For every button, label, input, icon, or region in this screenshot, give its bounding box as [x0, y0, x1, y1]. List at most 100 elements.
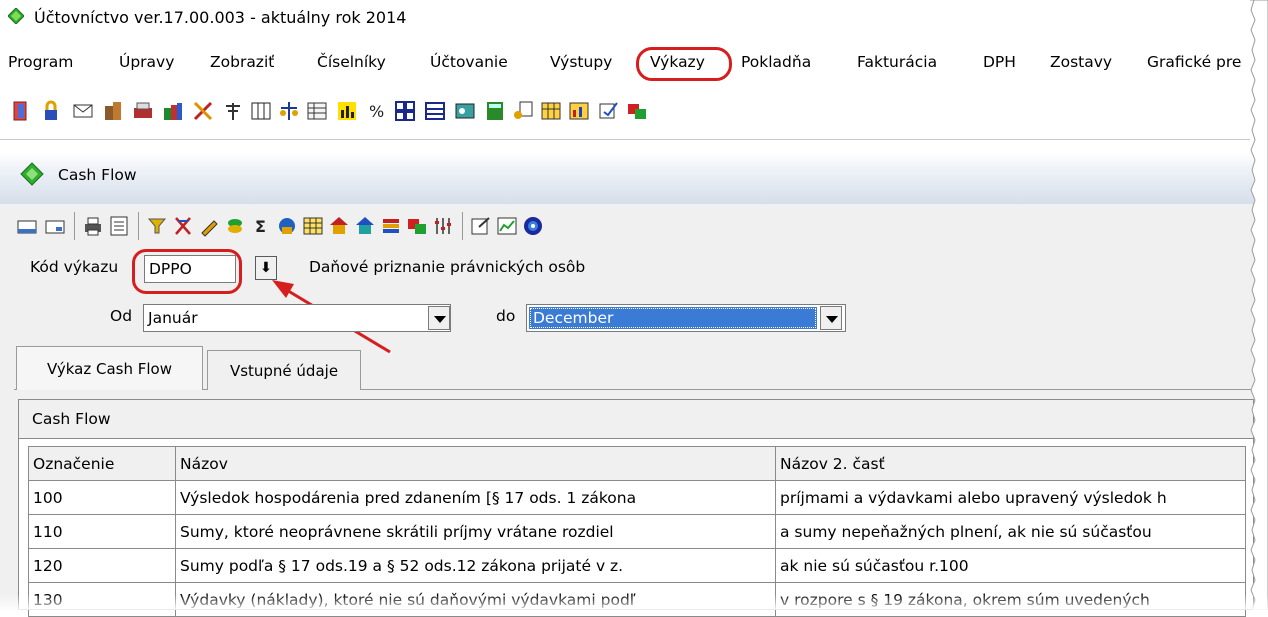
house-red-icon[interactable] [328, 215, 350, 237]
house-blue-icon[interactable] [354, 215, 376, 237]
filter-icon[interactable] [146, 215, 168, 237]
table-cell[interactable]: a sumy nepeňažných plnení, ak nie sú súč… [775, 514, 1246, 549]
report-code-highlight-annotation [132, 249, 242, 294]
menu-zobrazit[interactable]: Zobraziť [210, 44, 274, 80]
chart-icon[interactable] [336, 100, 358, 122]
table-cell[interactable]: Výsledok hospodárenia pred zdanením [§ 1… [175, 480, 776, 515]
card-icon[interactable] [454, 100, 476, 122]
torn-edge-decoration [1250, 0, 1268, 610]
building-icon[interactable] [102, 100, 124, 122]
calendar-chart-icon[interactable] [496, 215, 518, 237]
tools-icon[interactable] [192, 100, 214, 122]
table-cell[interactable]: 120 [28, 548, 176, 583]
tab-vykaz-cash-flow[interactable]: Výkaz Cash Flow [16, 346, 203, 390]
filter-clear-icon[interactable] [172, 215, 194, 237]
column-header-nazov[interactable]: Názov [175, 446, 776, 481]
window-title: Účtovníctvo ver.17.00.003 - aktuálny rok… [34, 8, 407, 27]
table-cell[interactable]: ak nie sú súčasťou r.100 [775, 548, 1246, 583]
period-from-dropdown-button[interactable] [428, 306, 450, 330]
cashflow-table: Označenie Názov Názov 2. časť 100 Výsled… [28, 446, 1246, 617]
grid-caption: Cash Flow [32, 410, 111, 428]
menu-uctovanie[interactable]: Účtovanie [430, 44, 508, 80]
table-header-row: Označenie Názov Názov 2. časť [28, 446, 1246, 481]
period-to-selected-value: December [529, 307, 817, 329]
menu-dph[interactable]: DPH [983, 44, 1016, 80]
envelope-icon[interactable] [72, 100, 94, 122]
grid-caption-bar [18, 399, 1254, 439]
menu-ciselniky[interactable]: Číselníky [317, 44, 386, 80]
sliders-icon[interactable] [432, 215, 454, 237]
column-header-oznacenie[interactable]: Označenie [28, 446, 176, 481]
scale-icon[interactable] [278, 100, 300, 122]
table-row[interactable]: 100 Výsledok hospodárenia pred zdanením … [28, 480, 1246, 515]
ledger-icon[interactable] [306, 100, 328, 122]
period-from-select[interactable]: Január [143, 304, 451, 332]
menu-vystupy[interactable]: Výstupy [550, 44, 612, 80]
windows-icon[interactable] [626, 100, 648, 122]
cashflow-window-title: Cash Flow [58, 166, 137, 184]
calculator-icon[interactable] [484, 100, 506, 122]
menu-zostavy[interactable]: Zostavy [1050, 44, 1112, 80]
svg-text:%: % [369, 102, 384, 121]
cashflow-window-titlebar [0, 152, 1254, 204]
pen-icon[interactable] [198, 215, 220, 237]
coins-icon[interactable] [224, 215, 246, 237]
period-to-label: do [496, 307, 516, 325]
period-to-dropdown-button[interactable] [820, 306, 842, 330]
key-doc-icon[interactable] [512, 100, 534, 122]
window-restore-icon[interactable] [16, 215, 38, 237]
menu-highlight-annotation [636, 47, 732, 81]
svg-text:Σ: Σ [255, 217, 266, 236]
app-diamond-icon [8, 8, 24, 24]
lock-icon[interactable] [40, 100, 62, 122]
table-chart-icon[interactable] [568, 100, 590, 122]
target-icon[interactable] [522, 215, 544, 237]
table-cell[interactable]: Sumy, ktoré neoprávnene skrátili príjmy … [175, 514, 776, 549]
sigma-icon[interactable]: Σ [250, 215, 272, 237]
table-cell[interactable]: príjmami a výdavkami alebo upravený výsl… [775, 480, 1246, 515]
globe-book-icon[interactable] [276, 215, 298, 237]
chevron-down-icon [434, 316, 446, 323]
books-icon[interactable] [162, 100, 184, 122]
table-cell[interactable]: Sumy podľa § 17 ods.19 a § 52 ods.12 zák… [175, 548, 776, 583]
menu-upravy[interactable]: Úpravy [119, 44, 174, 80]
table-edit-icon[interactable] [540, 100, 562, 122]
register-icon[interactable] [132, 100, 154, 122]
toolbar-separator [462, 212, 463, 240]
toolbar-separator [74, 212, 75, 240]
toolbar-separator [138, 212, 139, 240]
menu-program[interactable]: Program [8, 44, 73, 80]
antenna-icon[interactable] [222, 100, 244, 122]
list-icon[interactable] [424, 100, 446, 122]
menu-graficke[interactable]: Grafické pre [1147, 44, 1241, 80]
column-header-nazov-2[interactable]: Názov 2. časť [775, 446, 1246, 481]
report-code-label: Kód výkazu [30, 258, 119, 276]
table-cell[interactable]: 100 [28, 480, 176, 515]
printer-icon[interactable] [82, 215, 104, 237]
grid-icon[interactable] [394, 100, 416, 122]
menu-bar: Program Úpravy Zobraziť Číselníky Účtova… [0, 44, 1250, 80]
table-row[interactable]: 110 Sumy, ktoré neoprávnene skrátili prí… [28, 514, 1246, 549]
period-from-label: Od [110, 307, 133, 325]
table-grid-icon[interactable] [302, 215, 324, 237]
stack-icon[interactable] [380, 215, 402, 237]
preview-icon[interactable] [108, 215, 130, 237]
exit-door-icon[interactable] [10, 100, 32, 122]
bottom-torn-fade [0, 594, 1268, 610]
period-to-select[interactable]: December [526, 304, 846, 332]
table-cell[interactable]: 110 [28, 514, 176, 549]
toolbar-divider [0, 139, 1250, 140]
chevron-down-icon [826, 316, 838, 323]
window-minimize-icon[interactable] [44, 215, 66, 237]
main-toolbar [0, 88, 1250, 134]
menu-fakturacia[interactable]: Fakturácia [857, 44, 937, 80]
columns-icon[interactable] [250, 100, 272, 122]
percent-icon[interactable]: % [366, 100, 388, 122]
menu-pokladna[interactable]: Pokladňa [741, 44, 811, 80]
windows-icon[interactable] [406, 215, 428, 237]
table-row[interactable]: 120 Sumy podľa § 17 ods.19 a § 52 ods.12… [28, 548, 1246, 583]
properties-icon[interactable] [470, 215, 492, 237]
app-diamond-icon [20, 162, 44, 186]
edit-check-icon[interactable] [598, 100, 620, 122]
tab-vstupne-udaje[interactable]: Vstupné údaje [207, 350, 361, 390]
